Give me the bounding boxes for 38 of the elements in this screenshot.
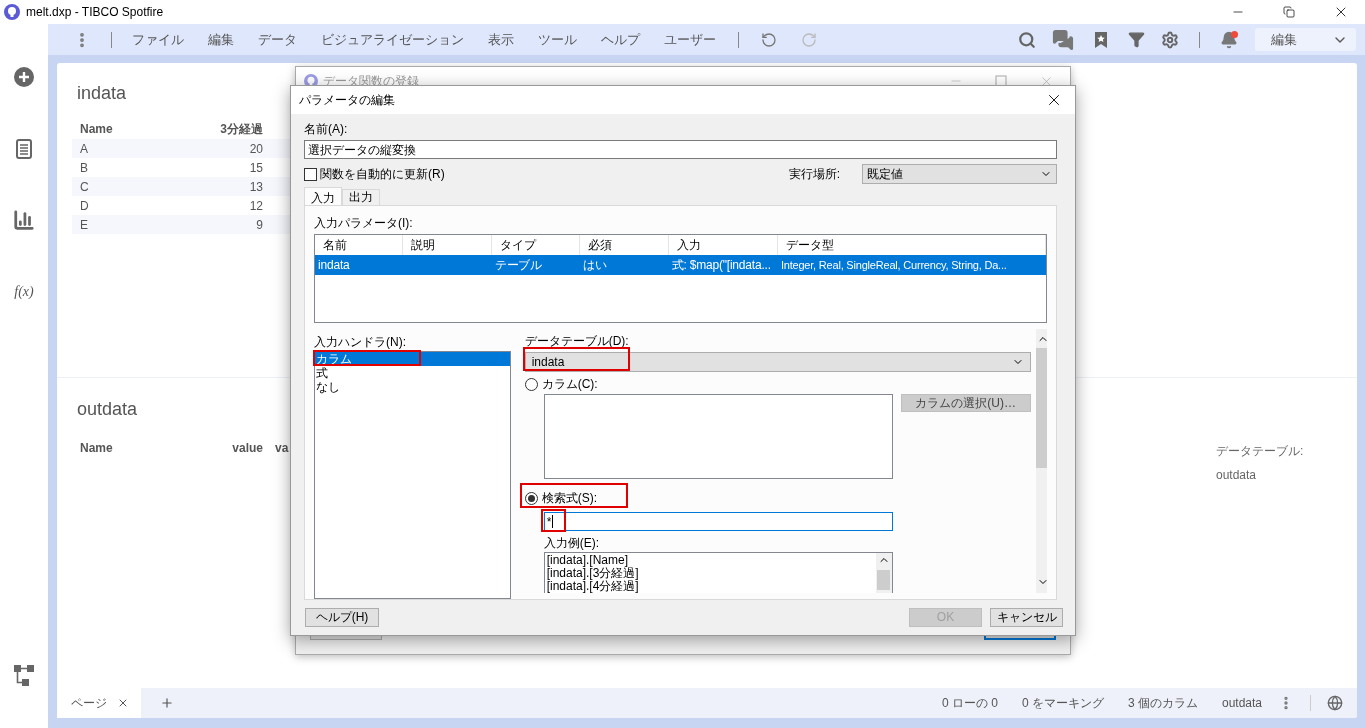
example-item: [indata].[4分経過]: [546, 580, 640, 593]
table-cell-text: Integer, Real, SingleReal, Currency, String, Da...: [779, 258, 1008, 273]
status-text: 3 個のカラム: [1127, 695, 1198, 712]
checkbox-label: 関数を自動的に更新(R): [320, 166, 445, 183]
details-label: データテーブル:: [1216, 443, 1305, 460]
field-label: 入力ハンドラ(N):: [314, 334, 407, 351]
table-cell-text: indata: [317, 257, 351, 274]
example-item: [indata].[Name]: [546, 554, 629, 567]
details-value: outdata: [1216, 467, 1258, 484]
table-cell-text: 9: [255, 216, 263, 234]
field-label: 入力例(E):: [542, 535, 600, 552]
table-cell-text: E: [80, 216, 89, 234]
field-label: データテーブル(D):: [524, 333, 630, 350]
dialog-title: パラメータの編集: [299, 92, 395, 109]
window-title: melt.dxp - TIBCO Spotfire: [26, 4, 164, 21]
table-cell-text: 15: [248, 159, 263, 177]
table-cell-text: B: [80, 159, 89, 177]
table-cell-text: D: [80, 197, 90, 215]
table-cell-text: A: [80, 140, 89, 158]
table-cell-text: 式: $map("[indata...: [670, 257, 772, 274]
status-text: 0 をマーキング: [1021, 695, 1104, 712]
table-cell-text: 13: [248, 178, 263, 196]
table-cell-text: 20: [248, 140, 263, 158]
visualization-title: outdata: [77, 398, 138, 421]
field-label: 入力パラメータ(I):: [314, 215, 414, 232]
field-value: *: [546, 513, 552, 531]
status-text: 0 ローの 0: [941, 695, 998, 712]
field-label: 名前(A):: [304, 121, 349, 138]
visualization-title: indata: [77, 82, 127, 105]
example-item: [indata].[3分経過]: [546, 567, 640, 580]
table-cell-text: テーブル: [493, 257, 543, 274]
table-cell-text: はい: [582, 257, 608, 274]
radio-label: カラム(C):: [541, 376, 598, 393]
status-text: outdata: [1221, 695, 1262, 712]
table-cell-text: 12: [248, 197, 263, 215]
table-cell-text: C: [80, 178, 90, 196]
radio-label: 検索式(S):: [541, 490, 597, 507]
field-label: 実行場所:: [788, 166, 840, 183]
